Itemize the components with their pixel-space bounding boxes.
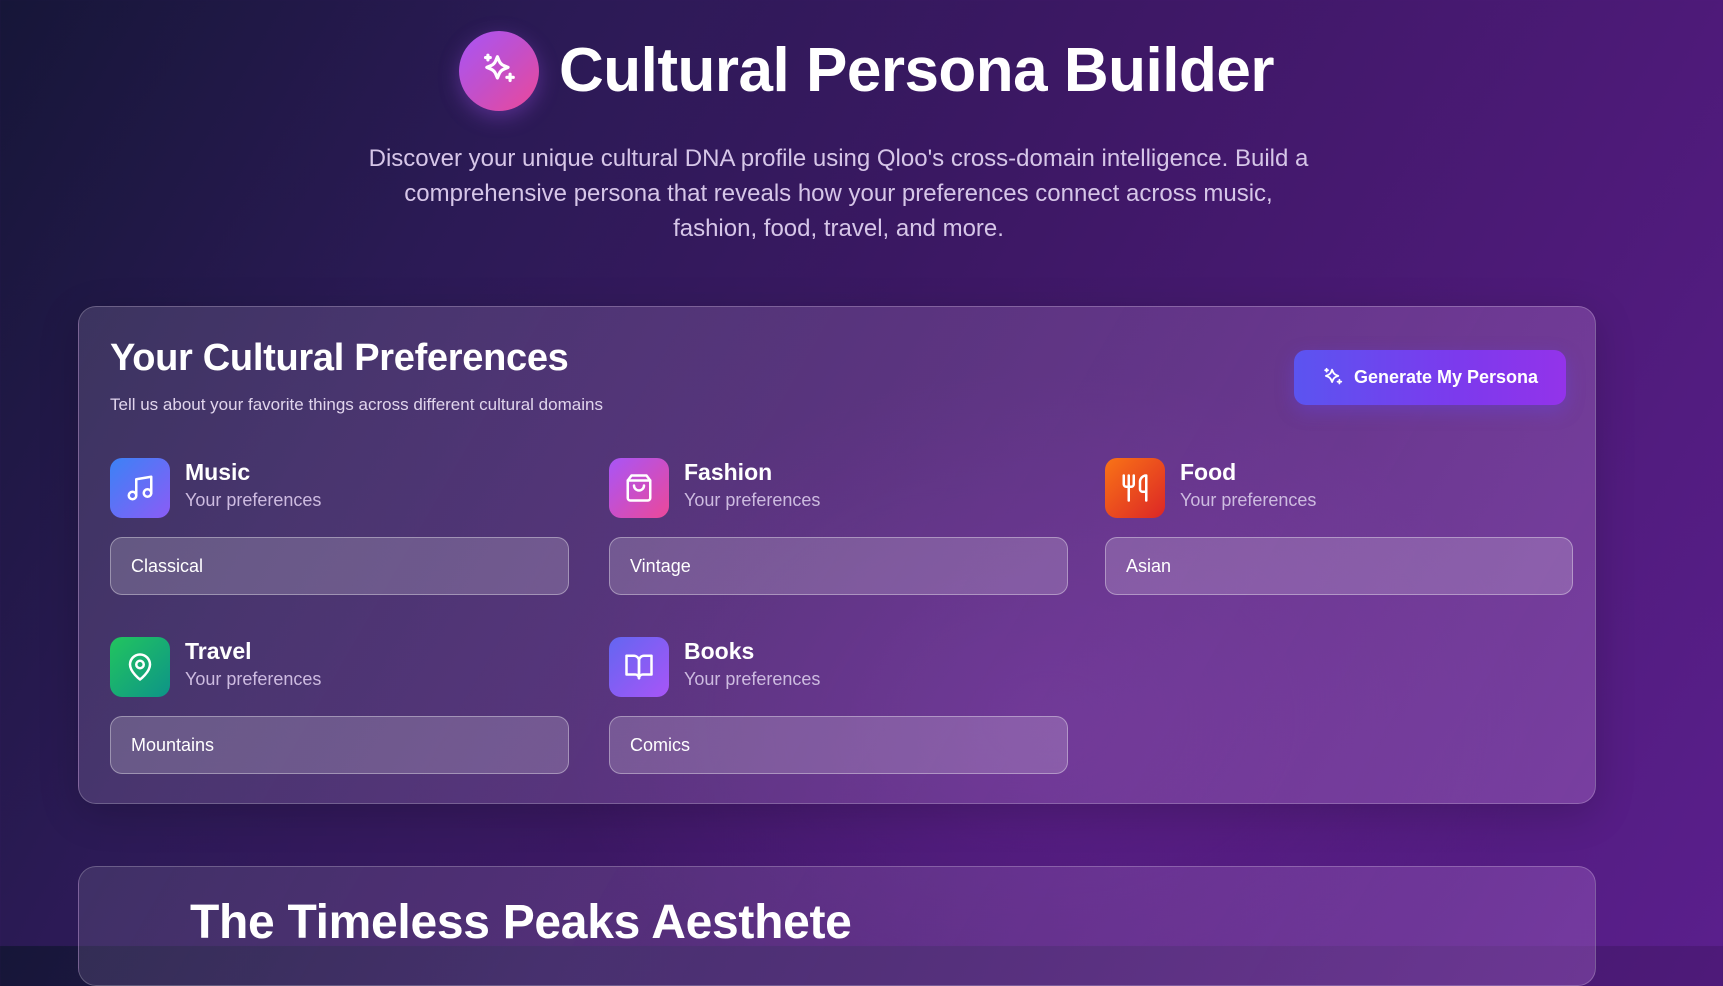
domain-books-text: Books Your preferences [684, 638, 821, 691]
domain-travel-header: Travel Your preferences [110, 637, 569, 697]
domain-music-header: Music Your preferences [110, 458, 569, 518]
shopping-bag-icon [609, 458, 669, 518]
preferences-subtitle: Tell us about your favorite things acros… [110, 395, 603, 414]
domain-books: Books Your preferences [609, 637, 1068, 774]
preferences-title: Your Cultural Preferences [110, 337, 569, 379]
persona-result-card: The Timeless Peaks Aesthete [78, 866, 1596, 986]
preferences-card: Your Cultural Preferences Tell us about … [78, 306, 1596, 804]
sparkles-icon [1322, 367, 1344, 389]
domain-food-name: Food [1180, 459, 1237, 485]
logo-badge [459, 31, 540, 111]
domain-travel-text: Travel Your preferences [185, 638, 322, 691]
domain-music-text: Music Your preferences [185, 459, 322, 512]
persona-title: The Timeless Peaks Aesthete [190, 896, 852, 949]
page-header: Cultural Persona Builder [0, 31, 1723, 111]
domain-travel: Travel Your preferences [110, 637, 569, 774]
domain-travel-hint: Your preferences [185, 669, 322, 689]
book-open-icon [609, 637, 669, 697]
generate-persona-button[interactable]: Generate My Persona [1294, 350, 1566, 405]
domain-food: Food Your preferences [1105, 458, 1573, 595]
domain-food-hint: Your preferences [1180, 490, 1317, 510]
page-header-inner: Cultural Persona Builder [459, 31, 1274, 111]
domain-music: Music Your preferences [110, 458, 569, 595]
domain-travel-name: Travel [185, 638, 252, 664]
page-subtitle: Discover your unique cultural DNA profil… [368, 145, 1309, 242]
music-note-icon [110, 458, 170, 518]
utensils-icon [1105, 458, 1165, 518]
food-input[interactable] [1105, 537, 1573, 595]
travel-input[interactable] [110, 716, 569, 774]
generate-persona-label: Generate My Persona [1353, 367, 1539, 387]
domain-fashion-hint: Your preferences [684, 490, 821, 510]
domain-food-header: Food Your preferences [1105, 458, 1573, 518]
domain-books-hint: Your preferences [684, 669, 821, 689]
sparkles-icon [483, 53, 515, 83]
music-input[interactable] [110, 537, 569, 595]
domain-fashion: Fashion Your preferences [609, 458, 1068, 595]
domain-fashion-name: Fashion [684, 459, 773, 485]
domain-books-name: Books [684, 638, 755, 664]
domain-music-hint: Your preferences [185, 490, 322, 510]
books-input[interactable] [609, 716, 1068, 774]
domain-music-name: Music [185, 459, 251, 485]
page-title: Cultural Persona Builder [559, 36, 1274, 105]
domain-fashion-header: Fashion Your preferences [609, 458, 1068, 518]
map-pin-icon [110, 637, 170, 697]
domain-books-header: Books Your preferences [609, 637, 1068, 697]
fashion-input[interactable] [609, 537, 1068, 595]
domain-food-text: Food Your preferences [1180, 459, 1317, 512]
domain-fashion-text: Fashion Your preferences [684, 459, 821, 512]
